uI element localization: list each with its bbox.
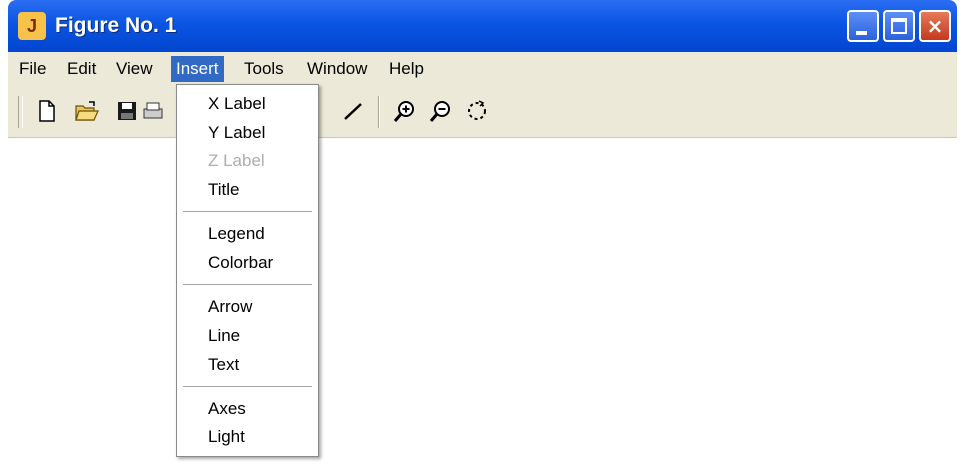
menu-item-y-label[interactable]: Y Label bbox=[177, 119, 318, 147]
menu-help[interactable]: Help bbox=[384, 56, 429, 82]
new-file-icon[interactable] bbox=[34, 98, 60, 124]
menu-edit[interactable]: Edit bbox=[62, 56, 101, 82]
menu-item-legend[interactable]: Legend bbox=[177, 220, 318, 248]
print-icon[interactable] bbox=[142, 98, 170, 124]
menu-insert[interactable]: Insert bbox=[171, 56, 224, 82]
title-bar[interactable]: J Figure No. 1 × bbox=[8, 0, 957, 52]
maximize-icon bbox=[891, 18, 907, 34]
menu-item-x-label[interactable]: X Label bbox=[177, 90, 318, 118]
minimize-button[interactable] bbox=[847, 10, 879, 42]
zoom-out-icon[interactable] bbox=[428, 98, 454, 124]
menu-item-light[interactable]: Light bbox=[177, 423, 318, 451]
menu-item-title[interactable]: Title bbox=[177, 176, 318, 204]
figure-canvas[interactable] bbox=[8, 138, 957, 466]
toolbar-separator bbox=[378, 96, 380, 128]
menu-window[interactable]: Window bbox=[302, 56, 372, 82]
menu-item-colorbar[interactable]: Colorbar bbox=[177, 249, 318, 277]
menu-item-axes[interactable]: Axes bbox=[177, 395, 318, 423]
menu-item-text[interactable]: Text bbox=[177, 351, 318, 379]
menu-separator bbox=[183, 386, 312, 387]
insert-menu-dropdown: X Label Y Label Z Label Title Legend Col… bbox=[176, 84, 319, 457]
zoom-in-icon[interactable] bbox=[392, 98, 418, 124]
menu-item-z-label: Z Label bbox=[208, 151, 265, 170]
matlab-app-icon[interactable]: J bbox=[18, 12, 46, 40]
minimize-icon bbox=[856, 31, 867, 35]
menu-file[interactable]: File bbox=[14, 56, 51, 82]
menu-bar: File Edit View Insert Tools Window Help bbox=[8, 52, 957, 84]
open-folder-icon[interactable] bbox=[74, 98, 100, 124]
toolbar bbox=[8, 84, 957, 138]
close-button[interactable]: × bbox=[919, 10, 951, 42]
close-icon: × bbox=[926, 14, 944, 38]
menu-view[interactable]: View bbox=[111, 56, 158, 82]
menu-separator bbox=[183, 211, 312, 212]
figure-window: J Figure No. 1 × File Edit View Insert T… bbox=[8, 0, 957, 466]
toolbar-grip[interactable] bbox=[18, 96, 23, 128]
menu-item-line[interactable]: Line bbox=[177, 322, 318, 350]
line-icon[interactable] bbox=[340, 98, 366, 124]
rotate-icon[interactable] bbox=[464, 98, 490, 124]
menu-item-arrow[interactable]: Arrow bbox=[177, 293, 318, 321]
window-title: Figure No. 1 bbox=[55, 14, 177, 37]
menu-tools[interactable]: Tools bbox=[239, 56, 289, 82]
maximize-button[interactable] bbox=[883, 10, 915, 42]
menu-separator bbox=[183, 284, 312, 285]
save-icon[interactable] bbox=[114, 98, 140, 124]
